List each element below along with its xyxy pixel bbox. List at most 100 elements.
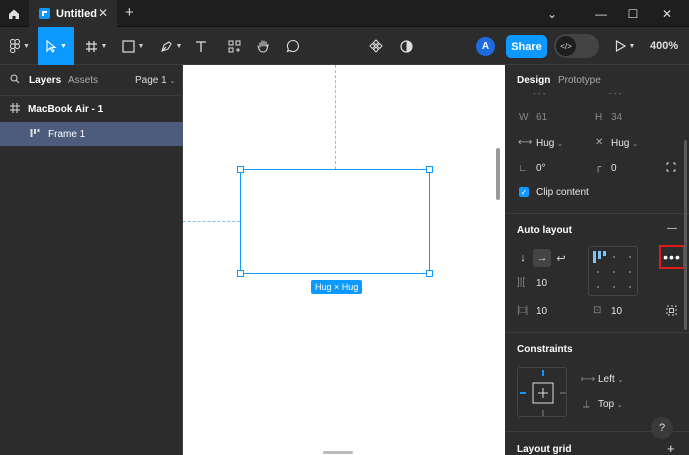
constraints-widget[interactable] bbox=[517, 367, 567, 417]
individual-padding-icon[interactable] bbox=[666, 305, 677, 319]
resize-horizontal-icon: ⟷ bbox=[518, 137, 533, 148]
width-field[interactable]: 61 bbox=[536, 112, 547, 123]
new-tab-button[interactable]: + bbox=[125, 4, 134, 21]
alignment-dot[interactable] bbox=[613, 271, 615, 273]
tab-layers[interactable]: Layers bbox=[29, 75, 61, 86]
move-tool-button[interactable]: ▼ bbox=[38, 27, 74, 65]
remove-auto-layout-button[interactable]: — bbox=[667, 223, 677, 234]
play-icon bbox=[615, 40, 626, 52]
vertical-padding-field[interactable]: 10 bbox=[611, 306, 622, 317]
canvas-vertical-scrollbar[interactable] bbox=[496, 148, 500, 200]
layer-row[interactable]: Frame 1 bbox=[0, 122, 183, 146]
help-button[interactable]: ? bbox=[651, 417, 673, 439]
canvas-horizontal-scrollbar[interactable] bbox=[323, 451, 353, 454]
alignment-dot[interactable] bbox=[597, 271, 599, 273]
direction-vertical-button[interactable]: ↓ bbox=[514, 249, 532, 267]
constraints-diagram-icon bbox=[520, 370, 566, 416]
shape-tool-button[interactable]: ▼ bbox=[117, 27, 149, 65]
width-label: W bbox=[519, 112, 529, 123]
add-layout-grid-button[interactable]: + bbox=[667, 441, 675, 455]
rotation-field[interactable]: 0° bbox=[536, 163, 546, 174]
layers-panel: Layers Assets Page 1 ⌄ MacBook Air - 1 F… bbox=[0, 65, 183, 455]
corner-radius-field[interactable]: 0 bbox=[611, 163, 617, 174]
alignment-dot[interactable] bbox=[629, 286, 631, 288]
page-selector[interactable]: Page 1 ⌄ bbox=[135, 75, 175, 86]
minimize-button[interactable]: — bbox=[586, 0, 616, 27]
user-avatar[interactable]: A bbox=[476, 37, 495, 56]
tab-prototype[interactable]: Prototype bbox=[558, 75, 601, 86]
selected-frame[interactable] bbox=[237, 166, 433, 277]
file-tab-title: Untitled bbox=[56, 7, 97, 20]
height-field[interactable]: 34 bbox=[611, 112, 622, 123]
direction-horizontal-button[interactable]: → bbox=[533, 249, 551, 267]
resize-handle-bottom-right[interactable] bbox=[426, 270, 433, 277]
window-menu-chevron-icon[interactable]: ⌄ bbox=[537, 0, 567, 27]
canvas[interactable]: Hug × Hug bbox=[183, 65, 505, 455]
chevron-down-icon: ⌄ bbox=[617, 377, 624, 384]
dev-mode-toggle[interactable]: </> bbox=[554, 34, 599, 58]
horizontal-constraint-select[interactable]: Left ⌄ bbox=[598, 374, 623, 385]
resize-handle-top-right[interactable] bbox=[426, 166, 433, 173]
text-tool-button[interactable] bbox=[191, 27, 211, 65]
main-menu-button[interactable]: ▼ bbox=[4, 27, 36, 65]
present-button[interactable]: ▼ bbox=[612, 27, 638, 65]
components-icon bbox=[228, 40, 240, 52]
horizontal-guide bbox=[183, 221, 240, 222]
chevron-down-icon: ⌄ bbox=[616, 402, 623, 409]
home-icon bbox=[8, 9, 19, 19]
layer-name: MacBook Air - 1 bbox=[28, 103, 104, 115]
y-position-field-partial[interactable]: - - - bbox=[609, 89, 621, 98]
alignment-dot[interactable] bbox=[629, 271, 631, 273]
hand-tool-button[interactable] bbox=[253, 27, 273, 65]
item-spacing-field[interactable]: 10 bbox=[536, 278, 547, 289]
width-sizing-select[interactable]: Hug ⌄ bbox=[536, 138, 563, 149]
height-sizing-value: Hug bbox=[611, 138, 630, 149]
x-position-field-partial[interactable]: - - - bbox=[533, 89, 545, 98]
pen-tool-button[interactable]: ▼ bbox=[155, 27, 187, 65]
vertical-padding-icon: ⊡ bbox=[593, 305, 602, 316]
clip-content-label: Clip content bbox=[536, 187, 589, 198]
tab-assets[interactable]: Assets bbox=[68, 75, 98, 86]
window-close-button[interactable]: ✕ bbox=[652, 0, 682, 27]
layer-row[interactable]: MacBook Air - 1 bbox=[0, 97, 183, 121]
height-sizing-select[interactable]: Hug ⌄ bbox=[611, 138, 638, 149]
comment-tool-button[interactable] bbox=[283, 27, 303, 65]
contrast-button[interactable] bbox=[396, 27, 416, 65]
auto-layout-more-button[interactable]: ••• bbox=[659, 245, 685, 269]
chevron-down-icon: ⌄ bbox=[169, 78, 176, 85]
vertical-constraint-select[interactable]: Top ⌄ bbox=[598, 399, 623, 410]
chevron-down-icon: ▼ bbox=[628, 42, 636, 50]
tab-design[interactable]: Design bbox=[517, 75, 550, 86]
left-panel-tabs: Layers Assets Page 1 ⌄ bbox=[0, 65, 183, 96]
clip-content-checkbox[interactable]: ✓ bbox=[519, 187, 529, 197]
cursor-arrow-icon bbox=[46, 39, 57, 53]
frame-tool-button[interactable]: ▼ bbox=[80, 27, 112, 65]
alignment-dot[interactable] bbox=[597, 286, 599, 288]
file-tab[interactable]: Untitled ✕ bbox=[29, 0, 117, 27]
search-icon[interactable] bbox=[10, 74, 20, 87]
maximize-button[interactable]: ☐ bbox=[618, 0, 648, 27]
alignment-grid[interactable] bbox=[588, 246, 638, 296]
toolbar: ▼ ▼ ▼ ▼ ▼ A Share </> ▼ 400% bbox=[0, 27, 689, 65]
home-button[interactable] bbox=[0, 0, 27, 27]
resize-handle-bottom-left[interactable] bbox=[237, 270, 244, 277]
horizontal-padding-field[interactable]: 10 bbox=[536, 306, 547, 317]
comment-bubble-icon bbox=[286, 39, 299, 53]
zoom-level[interactable]: 400% bbox=[650, 40, 678, 52]
resize-handle-top-left[interactable] bbox=[237, 166, 244, 173]
component-button[interactable] bbox=[366, 27, 386, 65]
resources-button[interactable] bbox=[224, 27, 244, 65]
horizontal-constraint-value: Left bbox=[598, 374, 615, 385]
independent-corners-icon[interactable] bbox=[666, 162, 676, 175]
chevron-down-icon: ▼ bbox=[100, 42, 108, 50]
alignment-dot[interactable] bbox=[613, 286, 615, 288]
figma-app: Untitled ✕ + ⌄ — ☐ ✕ ▼ ▼ ▼ ▼ ▼ A Share <… bbox=[0, 0, 689, 455]
direction-wrap-button[interactable]: ↩ bbox=[552, 249, 570, 267]
code-brackets-icon: </> bbox=[556, 36, 576, 56]
close-tab-icon[interactable]: ✕ bbox=[98, 6, 108, 20]
alignment-dot[interactable] bbox=[613, 256, 615, 258]
properties-scrollbar[interactable] bbox=[684, 140, 687, 330]
share-button[interactable]: Share bbox=[506, 35, 547, 58]
hand-icon bbox=[256, 40, 269, 53]
alignment-dot[interactable] bbox=[629, 256, 631, 258]
